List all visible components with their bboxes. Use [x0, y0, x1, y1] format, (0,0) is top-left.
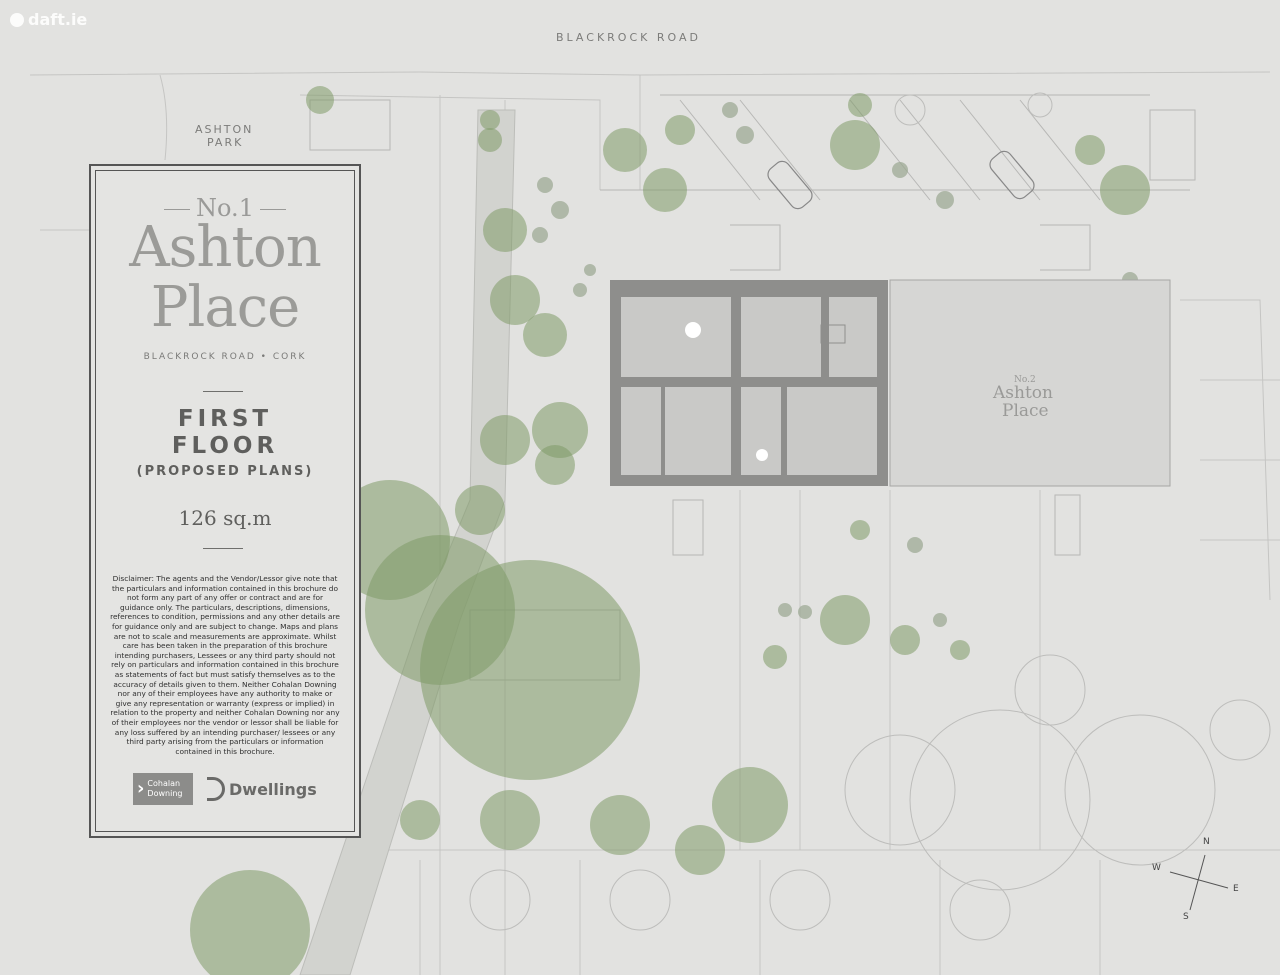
compass: [1169, 854, 1229, 911]
floor-plan: [610, 280, 888, 486]
cars: [767, 150, 1035, 210]
floor-title: FIRST FLOOR: [171, 406, 279, 459]
divider-bottom: [203, 548, 243, 549]
divider-top: [203, 391, 243, 392]
compass-north: N: [1203, 837, 1212, 847]
chevron-right-icon: ›: [137, 778, 145, 799]
watermark-icon: [10, 12, 24, 27]
watermark-text: daft.ie: [28, 10, 88, 29]
road-label: BLACKROCK ROAD: [556, 31, 701, 44]
floor-area: 126 sq.m: [178, 506, 272, 530]
proposed-plans-label: (PROPOSED PLANS): [136, 464, 314, 479]
dwellings-logo: Dwellings: [207, 773, 317, 805]
info-panel: No.1 Ashton Place BLACKROCK ROAD • CORK …: [89, 164, 361, 838]
park-label-line-2: PARK: [207, 136, 244, 149]
compass-east: E: [1233, 884, 1241, 894]
title-line-1: Ashton: [129, 215, 322, 280]
daft-watermark: daft.ie: [10, 10, 87, 29]
existing-trees: [469, 92, 1271, 941]
park-label-line-1: ASHTON: [195, 123, 254, 136]
title-line-2: Place: [150, 275, 300, 340]
disclaimer: Disclaimer: The agents and the Vendor/Le…: [110, 574, 340, 756]
compass-south: S: [1183, 912, 1191, 922]
compass-west: W: [1152, 863, 1163, 873]
neighbour-name-line-2: Place: [1002, 401, 1049, 421]
dwellings-d-icon: [207, 777, 225, 801]
neighbour-name-line-1: Ashton: [993, 383, 1053, 403]
cohalan-downing-logo: › Cohalan Downing: [133, 773, 193, 805]
address: BLACKROCK ROAD • CORK: [143, 352, 307, 362]
